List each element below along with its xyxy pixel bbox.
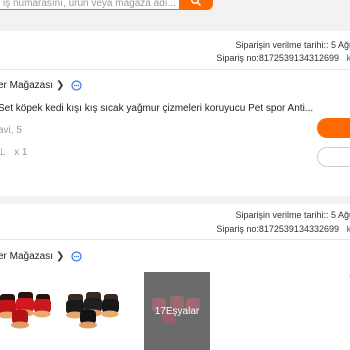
search-icon: [190, 0, 202, 6]
chevron-right-icon: ❯: [56, 79, 65, 91]
order-date: Siparişin verilme tarihi:: 5 Ağu: [235, 210, 350, 220]
store-row[interactable]: er Mağazası ❯: [0, 249, 83, 263]
divider: [0, 69, 350, 70]
product-thumbnail[interactable]: [62, 272, 134, 350]
copy-order-number-link[interactable]: k: [347, 224, 350, 234]
product-quantity: ⊥ x 1: [0, 147, 28, 158]
red-boots-image: [0, 272, 66, 350]
order-number: Sipariş no:8172539134332699 k: [216, 224, 350, 234]
search-input[interactable]: [0, 0, 180, 10]
order-number: Sipariş no:8172539134312699 k: [216, 53, 350, 63]
chat-icon[interactable]: [71, 250, 83, 262]
store-name[interactable]: er Mağazası: [0, 251, 53, 262]
black-boots-image: [62, 272, 134, 350]
copy-order-number-link[interactable]: k: [347, 53, 350, 63]
product-variant: avi, 5: [0, 125, 22, 136]
chat-icon[interactable]: [71, 79, 83, 91]
divider: [0, 239, 350, 240]
store-row[interactable]: er Mağazası ❯: [0, 78, 83, 92]
order-card: Siparişin verilme tarihi:: 5 Ağu Sipariş…: [0, 204, 350, 350]
chevron-right-icon: ❯: [56, 250, 65, 262]
store-name[interactable]: er Mağazası: [0, 80, 53, 91]
product-title[interactable]: Set köpek kedi kışı kış sıcak yağmur çiz…: [0, 103, 313, 114]
more-items-thumbnail[interactable]: 17Eşyalar: [144, 272, 210, 350]
more-items-count: 17Eşyalar: [154, 305, 200, 317]
top-search-bar: [0, 0, 350, 15]
order-primary-action-button[interactable]: [317, 118, 350, 138]
order-card: Siparişin verilme tarihi:: 5 Ağu Sipariş…: [0, 31, 350, 196]
search-button[interactable]: [180, 0, 213, 10]
order-secondary-action-button[interactable]: [317, 147, 350, 167]
product-thumbnail[interactable]: [0, 272, 66, 350]
order-date: Siparişin verilme tarihi:: 5 Ağu: [235, 40, 350, 50]
